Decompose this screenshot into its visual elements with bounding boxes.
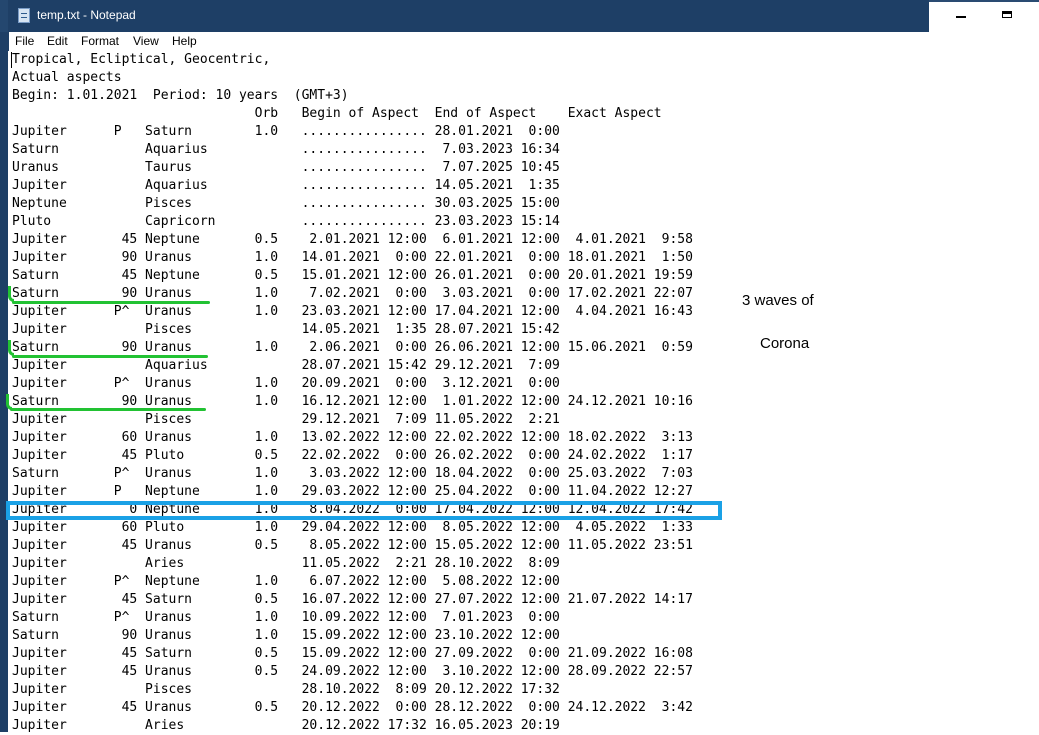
annotation-note-line1: 3 waves of	[742, 292, 814, 309]
menu-format[interactable]: Format	[81, 34, 119, 48]
text-line[interactable]: Jupiter 45 Saturn 0.5 15.09.2022 12:00 2…	[12, 645, 693, 663]
text-line[interactable]: Neptune Pisces ................ 30.03.20…	[12, 195, 693, 213]
text-line[interactable]: Jupiter 45 Neptune 0.5 2.01.2021 12:00 6…	[12, 231, 693, 249]
text-line[interactable]: Actual aspects	[12, 69, 693, 87]
text-editor[interactable]: Tropical, Ecliptical, Geocentric, Actual …	[8, 51, 1039, 735]
maximize-button[interactable]	[985, 2, 1031, 32]
text-line[interactable]: Jupiter P Saturn 1.0 ................ 28…	[12, 123, 693, 141]
title-bar[interactable]: temp.txt - Notepad	[0, 0, 1039, 32]
window-controls	[929, 0, 1039, 32]
text-line[interactable]: Begin: 1.01.2021 Period: 10 years (GMT+3…	[12, 87, 693, 105]
blue-highlight-box	[6, 501, 722, 520]
text-line[interactable]: Jupiter 60 Pluto 1.0 29.04.2022 12:00 8.…	[12, 519, 693, 537]
menu-view[interactable]: View	[133, 34, 159, 48]
minimize-icon	[956, 16, 966, 18]
menu-file[interactable]: File	[15, 34, 34, 48]
text-line[interactable]: Jupiter Aries 20.12.2022 17:32 16.05.202…	[12, 717, 693, 735]
text-line[interactable]: Jupiter Aries 11.05.2022 2:21 28.10.2022…	[12, 555, 693, 573]
text-line[interactable]: Jupiter P^ Uranus 1.0 23.03.2021 12:00 1…	[12, 303, 693, 321]
text-line[interactable]: Saturn 90 Uranus 1.0 15.09.2022 12:00 23…	[12, 627, 693, 645]
notepad-icon	[18, 8, 30, 23]
text-line[interactable]: Jupiter Aquarius 28.07.2021 15:42 29.12.…	[12, 357, 693, 375]
text-line[interactable]: Jupiter 45 Uranus 0.5 8.05.2022 12:00 15…	[12, 537, 693, 555]
maximize-icon	[1002, 11, 1012, 18]
text-line[interactable]: Orb Begin of Aspect End of Aspect Exact …	[12, 105, 693, 123]
green-underline-3	[10, 408, 206, 411]
text-line[interactable]: Saturn Aquarius ................ 7.03.20…	[12, 141, 693, 159]
text-line[interactable]: Tropical, Ecliptical, Geocentric,	[12, 51, 693, 69]
text-line[interactable]: Pluto Capricorn ................ 23.03.2…	[12, 213, 693, 231]
text-line[interactable]: Jupiter 45 Uranus 0.5 24.09.2022 12:00 3…	[12, 663, 693, 681]
text-line[interactable]: Jupiter 45 Pluto 0.5 22.02.2022 0:00 26.…	[12, 447, 693, 465]
text-line[interactable]: Saturn 45 Neptune 0.5 15.01.2021 12:00 2…	[12, 267, 693, 285]
text-line[interactable]: Jupiter Aquarius ................ 14.05.…	[12, 177, 693, 195]
window-title: temp.txt - Notepad	[37, 8, 136, 22]
text-line[interactable]: Jupiter 60 Uranus 1.0 13.02.2022 12:00 2…	[12, 429, 693, 447]
window-frame-left	[0, 32, 8, 732]
text-line[interactable]: Jupiter P^ Neptune 1.0 6.07.2022 12:00 5…	[12, 573, 693, 591]
text-line[interactable]: Jupiter P Neptune 1.0 29.03.2022 12:00 2…	[12, 483, 693, 501]
text-line[interactable]: Uranus Taurus ................ 7.07.2025…	[12, 159, 693, 177]
text-line[interactable]: Jupiter Pisces 14.05.2021 1:35 28.07.202…	[12, 321, 693, 339]
text-line[interactable]: Jupiter 45 Uranus 0.5 20.12.2022 0:00 28…	[12, 699, 693, 717]
minimize-button[interactable]	[939, 2, 985, 32]
document-text[interactable]: Tropical, Ecliptical, Geocentric, Actual …	[12, 51, 693, 735]
text-line[interactable]: Saturn P^ Uranus 1.0 10.09.2022 12:00 7.…	[12, 609, 693, 627]
green-mark-bracket-2	[8, 340, 14, 356]
green-mark-bracket-1	[8, 286, 14, 302]
green-underline-1	[12, 301, 210, 304]
text-line[interactable]: Jupiter Pisces 29.12.2021 7:09 11.05.202…	[12, 411, 693, 429]
green-underline-2	[12, 355, 208, 358]
text-line[interactable]: Saturn P^ Uranus 1.0 3.03.2022 12:00 18.…	[12, 465, 693, 483]
menu-bar: File Edit Format View Help	[8, 32, 1039, 51]
text-line[interactable]: Jupiter Pisces 28.10.2022 8:09 20.12.202…	[12, 681, 693, 699]
menu-edit[interactable]: Edit	[47, 34, 68, 48]
text-line[interactable]: Jupiter P^ Uranus 1.0 20.09.2021 0:00 3.…	[12, 375, 693, 393]
text-caret	[11, 52, 12, 68]
annotation-note-line2: Corona	[760, 335, 810, 352]
text-line[interactable]: Jupiter 90 Uranus 1.0 14.01.2021 0:00 22…	[12, 249, 693, 267]
text-line[interactable]: Jupiter 45 Saturn 0.5 16.07.2022 12:00 2…	[12, 591, 693, 609]
menu-help[interactable]: Help	[172, 34, 197, 48]
